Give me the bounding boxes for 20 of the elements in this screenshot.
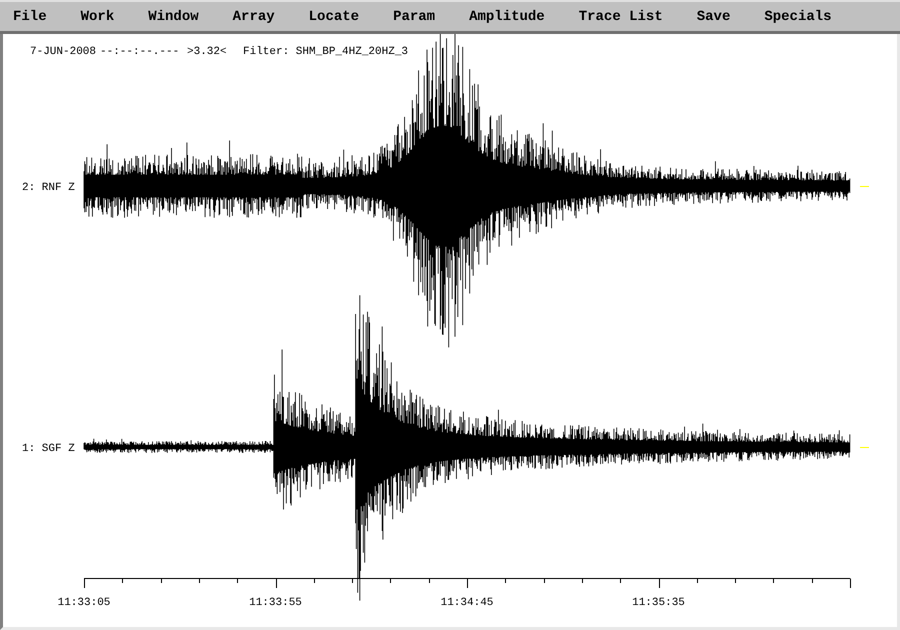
menu-item[interactable]: Locate	[308, 8, 360, 24]
menu-item[interactable]: Specials	[764, 8, 832, 24]
axis-label: 11:34:45	[440, 597, 494, 609]
trace-label: 2: RNF Z	[22, 182, 75, 194]
menu-item[interactable]: Save	[696, 8, 730, 24]
date-label: 7-JUN-2008	[30, 46, 96, 58]
menu-item[interactable]: Window	[148, 8, 199, 24]
time-label: --:--:--.---	[100, 46, 180, 58]
menu-item[interactable]: Param	[393, 8, 436, 24]
menu-item[interactable]: Trace List	[578, 8, 663, 24]
filter-label: Filter: SHM_BP_4HZ_20HZ_3	[243, 46, 408, 58]
trace-label: 1: SGF Z	[22, 443, 75, 455]
axis-label: 11:33:55	[249, 597, 302, 609]
menu-item[interactable]: Amplitude	[469, 8, 545, 24]
menu-item[interactable]: File	[13, 8, 47, 24]
menu-item[interactable]: Work	[80, 8, 114, 24]
axis-label: 11:33:05	[58, 597, 110, 609]
axis-label: 11:35:35	[632, 597, 685, 609]
menu-item[interactable]: Array	[232, 8, 275, 24]
amplitude-label: >3.32<	[187, 46, 227, 58]
